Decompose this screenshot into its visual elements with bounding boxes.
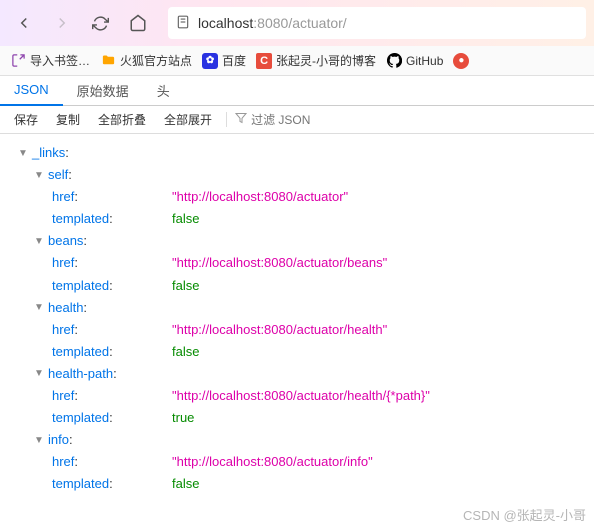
expand-all-button[interactable]: 全部展开	[156, 107, 220, 132]
json-key: href	[52, 322, 74, 337]
twisty-icon[interactable]: ▼	[16, 146, 30, 160]
folder-icon	[100, 53, 116, 69]
twisty-icon[interactable]: ▼	[32, 168, 46, 182]
bookmark-github[interactable]: GitHub	[386, 53, 443, 69]
json-leaf: templated:false	[4, 208, 590, 230]
twisty-icon[interactable]: ▼	[32, 367, 46, 381]
json-node[interactable]: ▼beans:	[4, 230, 590, 252]
funnel-icon	[235, 112, 247, 127]
json-string: "http://localhost:8080/actuator/beans"	[172, 252, 387, 274]
baidu-icon: ✿	[202, 53, 218, 69]
back-button[interactable]	[8, 7, 40, 39]
json-string: "http://localhost:8080/actuator/health"	[172, 319, 387, 341]
json-key: _links	[32, 142, 65, 164]
import-label: 导入书签…	[30, 52, 90, 69]
json-key: self	[48, 164, 68, 186]
copy-button[interactable]: 复制	[48, 107, 88, 132]
json-leaf: templated:false	[4, 341, 590, 363]
save-button[interactable]: 保存	[6, 107, 46, 132]
bookmark-more[interactable]: ●	[453, 53, 469, 69]
forward-button[interactable]	[46, 7, 78, 39]
viewer-toolbar: 保存 复制 全部折叠 全部展开	[0, 106, 594, 134]
bookmark-blog[interactable]: C 张起灵-小哥的博客	[256, 52, 376, 69]
home-button[interactable]	[122, 7, 154, 39]
json-node[interactable]: ▼self:	[4, 164, 590, 186]
json-node[interactable]: ▼health-path:	[4, 363, 590, 385]
json-key: info	[48, 429, 69, 451]
json-leaf: templated:false	[4, 473, 590, 495]
import-bookmarks[interactable]: 导入书签…	[10, 52, 90, 69]
filter-input[interactable]	[251, 113, 331, 127]
json-bool: false	[172, 208, 199, 230]
url-bar[interactable]: localhost:8080/actuator/	[168, 7, 586, 39]
filter-box[interactable]	[226, 112, 331, 127]
json-key: templated	[52, 278, 109, 293]
json-node[interactable]: ▼info:	[4, 429, 590, 451]
reload-button[interactable]	[84, 7, 116, 39]
twisty-icon[interactable]: ▼	[32, 234, 46, 248]
viewer-tabs: JSON 原始数据 头	[0, 76, 594, 106]
github-icon	[386, 53, 402, 69]
json-key: templated	[52, 344, 109, 359]
json-leaf: templated:false	[4, 275, 590, 297]
page-icon	[176, 15, 190, 32]
collapse-all-button[interactable]: 全部折叠	[90, 107, 154, 132]
json-key: templated	[52, 476, 109, 491]
url-host: localhost:8080/actuator/	[198, 15, 347, 31]
json-key: health-path	[48, 363, 113, 385]
json-leaf: href:"http://localhost:8080/actuator/hea…	[4, 385, 590, 407]
import-icon	[10, 53, 26, 69]
blog-label: 张起灵-小哥的博客	[276, 52, 376, 69]
twisty-icon[interactable]: ▼	[32, 433, 46, 447]
more-icon: ●	[453, 53, 469, 69]
json-key: href	[52, 255, 74, 270]
json-leaf: href:"http://localhost:8080/actuator/bea…	[4, 252, 590, 274]
json-string: "http://localhost:8080/actuator/info"	[172, 451, 373, 473]
json-viewer: ▼ _links: ▼self:href:"http://localhost:8…	[0, 134, 594, 504]
tab-raw[interactable]: 原始数据	[63, 74, 143, 107]
json-key: templated	[52, 410, 109, 425]
bookmark-folder[interactable]: 火狐官方站点	[100, 52, 192, 69]
json-string: "http://localhost:8080/actuator"	[172, 186, 348, 208]
json-key: health	[48, 297, 83, 319]
json-key: beans	[48, 230, 83, 252]
tab-headers[interactable]: 头	[143, 74, 184, 107]
json-leaf: templated:true	[4, 407, 590, 429]
folder-label: 火狐官方站点	[120, 52, 192, 69]
bookmark-baidu[interactable]: ✿ 百度	[202, 52, 246, 69]
json-leaf: href:"http://localhost:8080/actuator/inf…	[4, 451, 590, 473]
json-bool: false	[172, 275, 199, 297]
json-key: href	[52, 189, 74, 204]
json-node[interactable]: ▼health:	[4, 297, 590, 319]
json-key: href	[52, 388, 74, 403]
json-node[interactable]: ▼ _links:	[4, 142, 590, 164]
json-leaf: href:"http://localhost:8080/actuator"	[4, 186, 590, 208]
json-key: href	[52, 454, 74, 469]
json-bool: false	[172, 341, 199, 363]
json-leaf: href:"http://localhost:8080/actuator/hea…	[4, 319, 590, 341]
csdn-icon: C	[256, 53, 272, 69]
tab-json[interactable]: JSON	[0, 75, 63, 106]
watermark: CSDN @张起灵-小哥	[463, 505, 586, 524]
browser-navbar: localhost:8080/actuator/	[0, 0, 594, 46]
json-bool: true	[172, 407, 194, 429]
json-key: templated	[52, 211, 109, 226]
json-bool: false	[172, 473, 199, 495]
bookmarks-bar: 导入书签… 火狐官方站点 ✿ 百度 C 张起灵-小哥的博客 GitHub ●	[0, 46, 594, 76]
baidu-label: 百度	[222, 52, 246, 69]
json-string: "http://localhost:8080/actuator/health/{…	[172, 385, 430, 407]
github-label: GitHub	[406, 54, 443, 68]
twisty-icon[interactable]: ▼	[32, 301, 46, 315]
